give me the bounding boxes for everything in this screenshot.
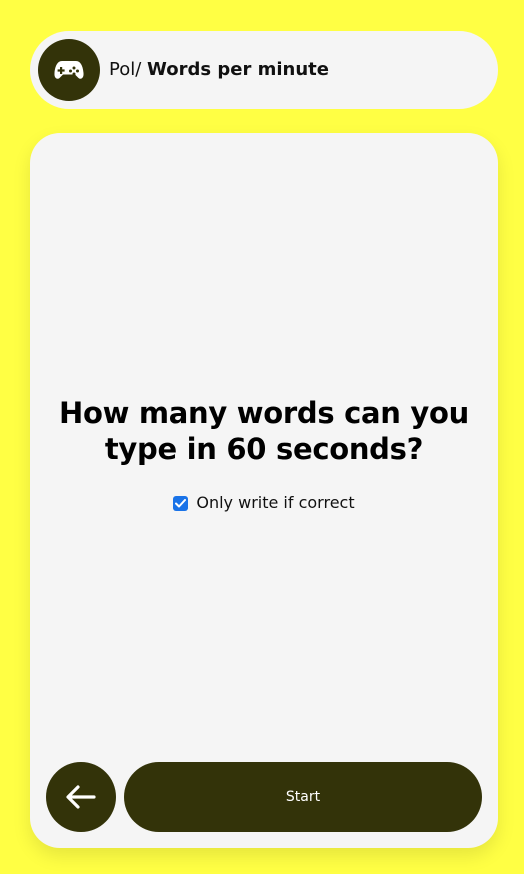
breadcrumb-parent[interactable]: Pol/ [109, 59, 141, 80]
start-button[interactable]: Start [124, 762, 482, 832]
only-write-if-correct-label[interactable]: Only write if correct [196, 493, 354, 513]
main-card: How many words can you type in 60 second… [30, 133, 498, 848]
breadcrumb: Pol/ Words per minute [109, 58, 329, 82]
only-write-if-correct-checkbox[interactable] [173, 495, 189, 511]
checkmark-icon [175, 498, 187, 507]
question-heading: How many words can you type in 60 second… [58, 396, 470, 466]
back-button[interactable] [46, 762, 116, 832]
header-bar: Pol/ Words per minute [30, 31, 498, 109]
page: Pol/ Words per minute How many words can… [0, 0, 524, 874]
only-write-if-correct-option: Only write if correct [30, 493, 498, 513]
page-title: Words per minute [147, 59, 329, 80]
arrow-left-icon [66, 785, 96, 809]
gamepad-icon[interactable] [38, 39, 100, 101]
gamepad-icon-glyph [54, 61, 84, 79]
